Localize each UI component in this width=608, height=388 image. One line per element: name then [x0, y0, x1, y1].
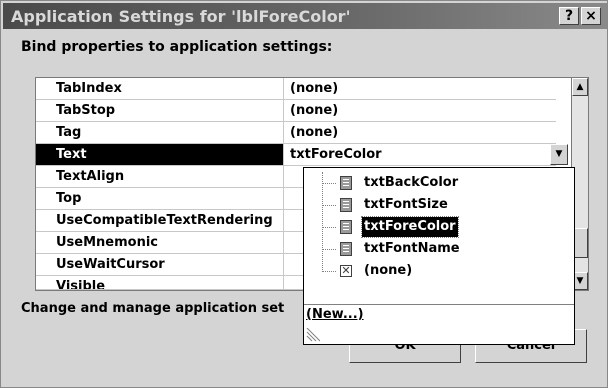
help-button[interactable]: ? — [559, 7, 579, 25]
tree-branch — [322, 271, 336, 272]
tree-branch — [322, 205, 336, 206]
scroll-up-button[interactable]: ▲ — [572, 78, 588, 96]
combo-dropdown-button[interactable]: ▼ — [550, 144, 568, 165]
tree-item-label: txtFontName — [364, 241, 460, 256]
new-setting-area: (New...) — [304, 304, 574, 326]
tree-branch — [322, 227, 336, 228]
bind-heading: Bind properties to application settings: — [21, 39, 333, 55]
property-name: Top — [36, 188, 284, 209]
setting-combobox[interactable]: txtForeColor — [286, 144, 556, 165]
property-row-selected[interactable]: Text txtForeColor ▼ — [36, 144, 568, 166]
application-settings-dialog: Application Settings for 'lblForeColor' … — [0, 0, 608, 388]
property-row[interactable]: TabStop (none) — [36, 100, 556, 122]
property-value: (none) — [290, 103, 339, 118]
property-name: Tag — [36, 122, 284, 143]
tree-item-label: (none) — [364, 263, 413, 278]
close-button[interactable]: × — [581, 7, 601, 25]
setting-icon — [340, 198, 352, 212]
tree-branch — [322, 249, 336, 250]
tree-item-label: txtBackColor — [364, 175, 459, 190]
property-row[interactable]: Tag (none) — [36, 122, 556, 144]
new-setting-link[interactable]: (New...) — [306, 307, 364, 322]
window-title: Application Settings for 'lblForeColor' — [11, 7, 351, 26]
property-row[interactable]: TabIndex (none) — [36, 78, 556, 100]
none-icon: ✕ — [340, 264, 352, 277]
tree-item-label: txtForeColor — [361, 216, 459, 238]
property-name: TabStop — [36, 100, 284, 121]
property-name: TextAlign — [36, 166, 284, 187]
property-name: UseCompatibleTextRendering — [36, 210, 284, 231]
property-value: (none) — [290, 125, 339, 140]
setting-icon — [340, 242, 352, 256]
chevron-down-icon: ▼ — [576, 276, 584, 286]
tree-item-label: txtFontSize — [364, 197, 448, 212]
setting-icon — [340, 176, 352, 190]
property-name: Text — [36, 144, 284, 165]
property-name: UseWaitCursor — [36, 254, 284, 275]
property-name: UseMnemonic — [36, 232, 284, 253]
chevron-down-icon: ▼ — [555, 149, 563, 159]
tree-line — [322, 172, 323, 272]
settings-dropdown: txtBackColor txtFontSize txtForeColor tx… — [303, 167, 575, 345]
setting-icon — [340, 220, 352, 234]
tree-branch — [322, 183, 336, 184]
property-value: (none) — [290, 81, 339, 96]
manage-settings-text: Change and manage application set — [21, 301, 285, 316]
title-bar[interactable]: Application Settings for 'lblForeColor' … — [3, 3, 607, 29]
settings-tree: txtBackColor txtFontSize txtForeColor tx… — [304, 168, 574, 288]
chevron-up-icon: ▲ — [576, 82, 584, 92]
property-name: TabIndex — [36, 78, 284, 99]
property-name: Visible — [36, 276, 284, 289]
resize-grip-icon[interactable] — [306, 328, 320, 342]
